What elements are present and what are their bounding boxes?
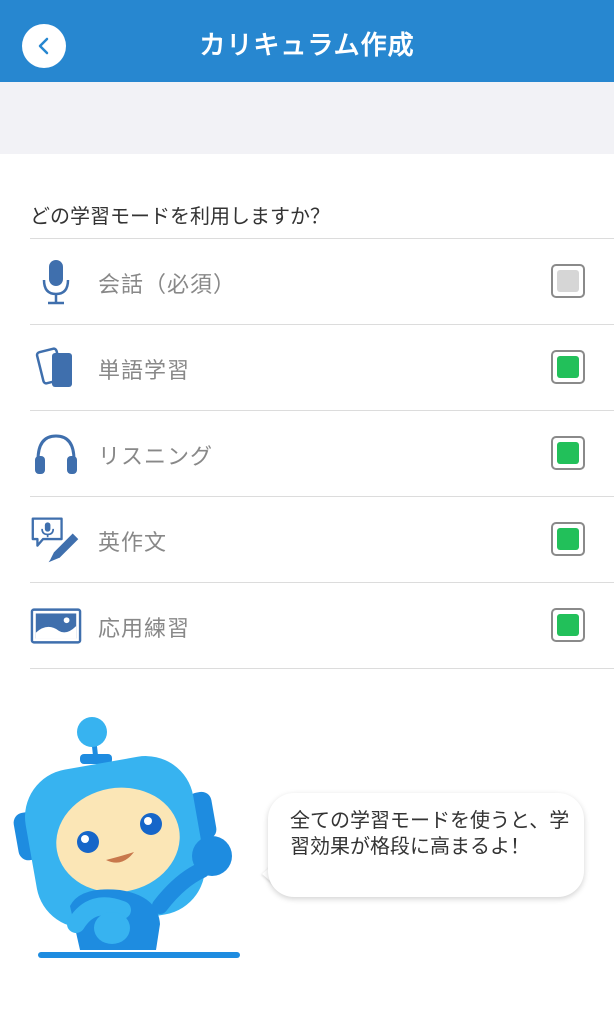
mode-row-applied-practice[interactable]: 応用練習 (30, 583, 614, 669)
mascot-message: 全ての学習モードを使うと、学習効果が格段に高まるよ！ (290, 808, 570, 858)
landscape-card-icon (30, 602, 82, 650)
robot-mascot (13, 717, 232, 950)
mode-row-conversation[interactable]: 会話（必須） (30, 239, 614, 325)
mode-label: 応用練習 (98, 617, 191, 642)
ground-line (38, 952, 240, 958)
headphones-icon (30, 430, 82, 478)
question-text: どの学習モードを利用しますか？ (30, 204, 330, 228)
mode-checkbox[interactable] (551, 436, 585, 470)
mode-label: リスニング (98, 445, 214, 470)
mode-row-listening[interactable]: リスニング (30, 411, 614, 497)
mode-row-composition[interactable]: 英作文 (30, 497, 614, 583)
mode-list: 会話（必須） 単語学習 リスニング 英作文 応用練習 (30, 238, 614, 669)
microphone-icon (30, 258, 82, 306)
header-bar: カリキュラム作成 (0, 0, 614, 82)
page-title: カリキュラム作成 (199, 31, 415, 61)
header-spacer (0, 82, 614, 154)
mode-checkbox[interactable] (551, 522, 585, 556)
mode-checkbox[interactable] (551, 608, 585, 642)
mode-checkbox[interactable] (551, 350, 585, 384)
mode-checkbox-disabled (551, 264, 585, 298)
mode-row-vocabulary[interactable]: 単語学習 (30, 325, 614, 411)
speech-bubble: 全ての学習モードを使うと、学習効果が格段に高まるよ！ (268, 793, 584, 897)
mode-label: 会話（必須） (98, 273, 237, 298)
mode-label: 英作文 (98, 531, 168, 556)
speech-pencil-icon (30, 516, 82, 564)
flashcards-icon (30, 344, 82, 392)
mode-label: 単語学習 (98, 359, 191, 384)
